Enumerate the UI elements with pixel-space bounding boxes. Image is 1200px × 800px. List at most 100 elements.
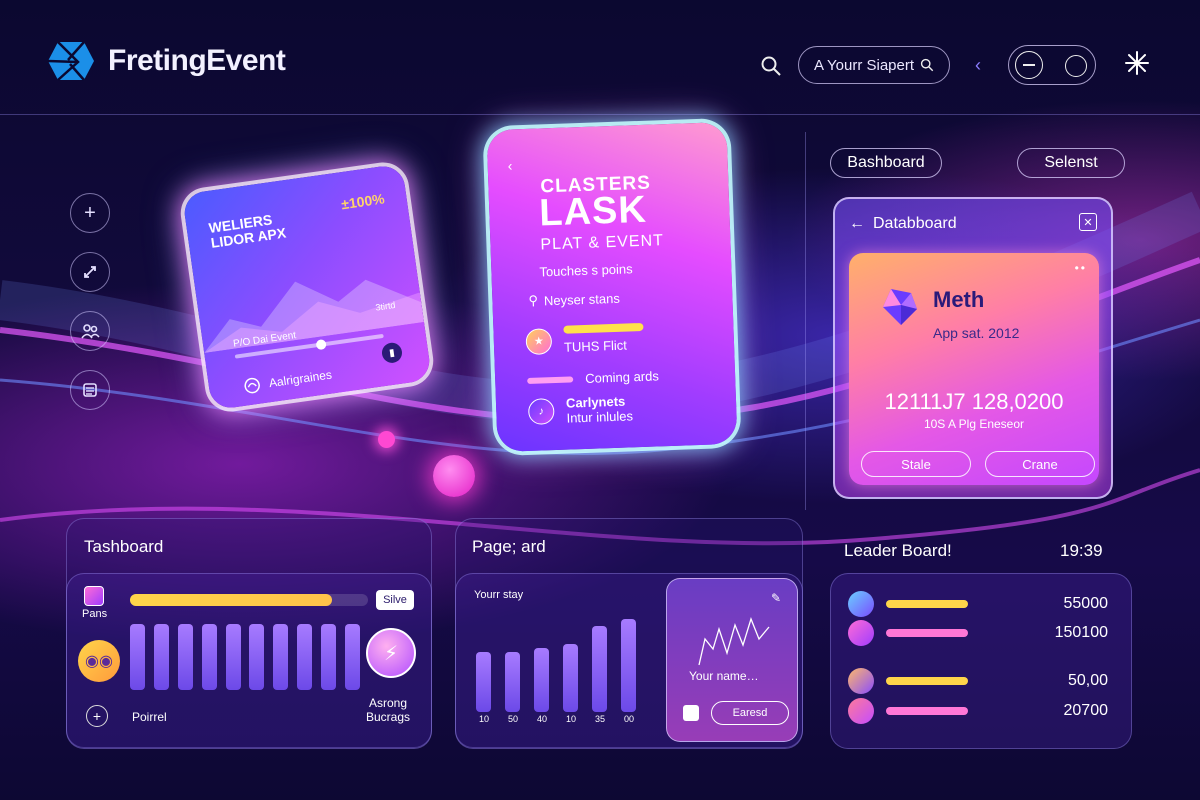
enter-button[interactable]: Earesd [711, 701, 789, 725]
decorative-orb-large [433, 455, 475, 497]
chart-bar [563, 643, 578, 712]
x-tick-label: 50 [507, 714, 518, 724]
score-bar [886, 677, 968, 685]
tag-badge[interactable]: Silve [376, 590, 414, 610]
card-title: LASK [538, 188, 648, 235]
minus-circle-icon[interactable] [1015, 51, 1043, 79]
chart-bar [273, 623, 289, 690]
score-value: 20700 [1063, 702, 1109, 719]
back-chevron-icon[interactable]: ‹ [507, 157, 512, 173]
bar-chart [476, 610, 656, 712]
play-button[interactable]: ▮ [380, 341, 404, 365]
list-item-label: Coming ards [584, 368, 660, 386]
chip-bashboard[interactable]: Bashboard [830, 148, 942, 178]
crane-button[interactable]: Crane [985, 451, 1095, 477]
score-value: 150100 [1054, 624, 1108, 641]
add-button[interactable]: + [70, 193, 110, 233]
decorative-orb-small [378, 431, 395, 448]
chart-bar [621, 618, 636, 712]
footer-left-label: Poirrel [132, 710, 167, 724]
profile-name: Meth [933, 287, 985, 312]
profile-caption: 10S A Plg Eneseor [923, 417, 1025, 431]
chart-label: Yourr stay [474, 589, 524, 601]
app-icon [84, 586, 104, 606]
x-tick-label: 40 [536, 714, 547, 724]
chart-bar [249, 623, 265, 690]
chevron-left-icon[interactable]: ‹ [975, 55, 981, 76]
search-field[interactable]: A Yourr Siapert [798, 46, 950, 84]
edit-icon[interactable]: ✎ [771, 591, 781, 605]
checkbox[interactable] [683, 705, 699, 721]
stale-button[interactable]: Stale [861, 451, 971, 477]
glasses-icon: ◉◉ [78, 640, 120, 682]
circle-icon[interactable] [1065, 55, 1087, 77]
event-card-weliers[interactable]: WELIERS LIDOR APX ±100% P/O Dai Event 3t… [181, 163, 433, 411]
footer-label: Aalrigraines [268, 367, 333, 391]
leaderboard-row[interactable] [848, 668, 968, 694]
score-bar [886, 707, 968, 715]
score-bar [886, 600, 968, 608]
score-value: 50,00 [1067, 672, 1108, 689]
link-icon [84, 266, 96, 278]
x-tick-label: 35 [594, 714, 605, 724]
list-item[interactable]: Coming ards [527, 368, 659, 388]
search-icon[interactable] [760, 55, 782, 77]
chart-bar [476, 651, 491, 712]
logo-icon [48, 41, 94, 81]
x-tick-label: 10 [565, 714, 576, 724]
score-value: 55000 [1063, 595, 1109, 612]
profile-number: 12111J7 128,0200 [884, 389, 1064, 414]
section-title: Tashboard [84, 537, 164, 556]
footer-right-line1: Asrong [369, 696, 408, 710]
top-bar: FretingEvent A Yourr Siapert ‹ [0, 0, 1200, 115]
leaderboard-row[interactable] [848, 591, 968, 617]
event-card-lask[interactable]: ‹ CLASTERS LASK PLAT & EVENT Touches s p… [486, 121, 738, 453]
users-icon [81, 324, 100, 339]
chart-bar [534, 648, 549, 712]
chart-bar [505, 651, 520, 712]
list-item-sub: Intur inlules [566, 408, 634, 426]
card-subtitle: PLAT & EVENT [540, 232, 665, 254]
app-icon-label: Pans [82, 608, 108, 620]
search-label: A Yourr Siapert [813, 56, 915, 74]
plus-icon[interactable]: + [86, 705, 108, 727]
chart-bar [297, 623, 313, 690]
card-header: ← Databboard [849, 215, 957, 233]
close-icon[interactable]: ✕ [1079, 213, 1097, 231]
name-card[interactable]: ✎ Your name… Earesd [666, 578, 798, 742]
chart-bar [345, 623, 360, 690]
logo[interactable]: FretingEvent [48, 40, 286, 82]
list-item[interactable]: ♪ Carlynets Intur inlules [527, 393, 634, 427]
list-item[interactable]: ★ TUHS Flict [525, 322, 644, 356]
list-item-content: TUHS Flict [563, 322, 644, 355]
leaderboard-row[interactable] [848, 620, 968, 646]
databboard-card: ← Databboard ✕ •• Meth App sat. 2012 121… [833, 197, 1113, 499]
score-bar [886, 629, 968, 637]
avatar [848, 668, 874, 694]
time-label: 19:39 [1060, 541, 1103, 560]
chart-bar [225, 623, 241, 690]
list-button[interactable] [70, 370, 110, 410]
section-title: Leader Board! [844, 541, 952, 560]
more-icon[interactable]: •• [1075, 261, 1087, 275]
progress-fill [130, 594, 333, 606]
profile-card: •• Meth App sat. 2012 12111J7 128,0200 1… [849, 253, 1099, 485]
sparkle-icon[interactable] [1124, 50, 1150, 76]
x-axis-labels: 10 50 40 10 35 00 [476, 714, 656, 728]
users-button[interactable] [70, 311, 110, 351]
leaderboard-row[interactable] [848, 698, 968, 724]
back-arrow-icon[interactable]: ← [849, 215, 865, 233]
progress-track [130, 594, 368, 606]
list-item-label: TUHS Flict [563, 337, 628, 355]
progress-bar [527, 375, 574, 384]
slider-knob[interactable] [315, 338, 327, 351]
chart-bar [592, 626, 607, 712]
link-button[interactable] [70, 252, 110, 292]
chip-selenst[interactable]: Selenst [1017, 148, 1125, 178]
view-toggle[interactable] [1008, 45, 1096, 85]
list-icon [83, 383, 97, 397]
card-line-2: ⚲ Neyser stans [528, 290, 620, 309]
x-tick-label: 10 [478, 714, 489, 724]
bar-chart [130, 620, 360, 690]
messenger-icon[interactable]: ⚡ [366, 628, 416, 678]
